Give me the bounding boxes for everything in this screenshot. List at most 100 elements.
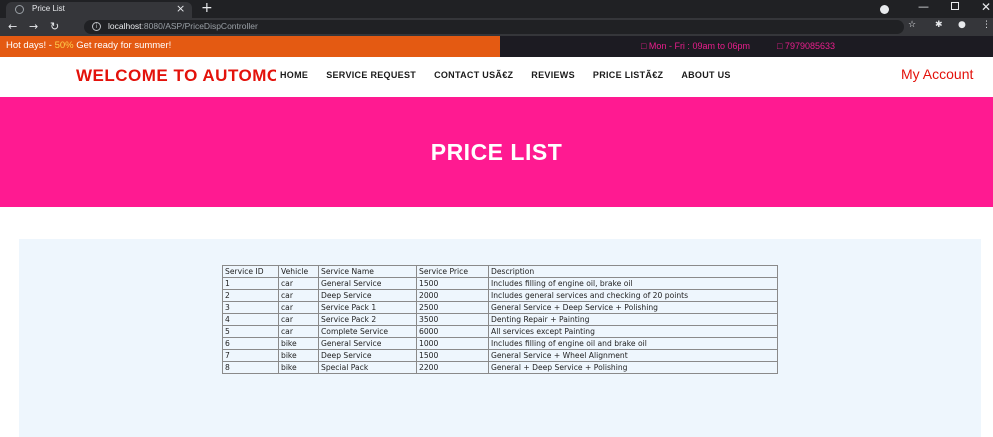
table-cell: car xyxy=(278,277,319,290)
table-row: 5 car Complete Service 6000 All services exc… xyxy=(222,325,778,338)
table-cell: All services except Painting xyxy=(488,325,778,338)
table-cell: Deep Service xyxy=(318,349,417,362)
menu-price-list[interactable]: PRICE LISTÃ€Z xyxy=(593,70,663,80)
top-info-bar: Hot days! - 50% Get ready for summer! □ … xyxy=(0,36,993,57)
info-icon[interactable]: i xyxy=(92,22,101,31)
menu-home[interactable]: HOME xyxy=(280,70,308,80)
reload-icon[interactable]: ↻ xyxy=(50,19,59,35)
extensions-icon[interactable]: ✱ xyxy=(935,20,943,30)
table-cell: 2200 xyxy=(416,361,489,374)
browser-nav-bar: ← → ↻ i localhost:8080/ASP/PriceDispCont… xyxy=(0,18,993,36)
menu-about-us[interactable]: ABOUT US xyxy=(681,70,730,80)
url-text[interactable]: localhost:8080/ASP/PriceDispController xyxy=(108,21,258,31)
browser-tab[interactable]: Price List × xyxy=(6,2,192,18)
menu-contact-us[interactable]: CONTACT USÃ€Z xyxy=(434,70,513,80)
table-cell: Includes filling of engine oil and brake… xyxy=(488,337,778,350)
menu-reviews[interactable]: REVIEWS xyxy=(531,70,575,80)
table-cell: General + Deep Service + Polishing xyxy=(488,361,778,374)
column-header: Vehicle xyxy=(278,265,319,278)
table-header-row: Service ID Vehicle Service Name Service … xyxy=(222,265,778,278)
table-cell: 8 xyxy=(222,361,279,374)
table-cell: Includes general services and checking o… xyxy=(488,289,778,302)
table-row: 3 car Service Pack 1 2500 General Service + … xyxy=(222,301,778,314)
table-cell: 2000 xyxy=(416,289,489,302)
table-cell: car xyxy=(278,289,319,302)
table-cell: Includes filling of engine oil, brake oi… xyxy=(488,277,778,290)
maximize-icon[interactable] xyxy=(951,2,959,10)
hero-banner: PRICE LIST xyxy=(0,97,993,207)
my-account-link[interactable]: My Account xyxy=(901,66,973,82)
back-arrow-icon[interactable]: ← xyxy=(8,19,17,35)
page-title: PRICE LIST xyxy=(430,139,563,165)
table-body: 1 car General Service 1500 Includes filling … xyxy=(222,277,778,374)
promo-text: Hot days! - 50% Get ready for summer! xyxy=(6,40,171,51)
table-cell: 5 xyxy=(222,325,279,338)
table-cell: General Service + Deep Service + Polishi… xyxy=(488,301,778,314)
table-cell: 3 xyxy=(222,301,279,314)
menu-service-request[interactable]: SERVICE REQUEST xyxy=(326,70,416,80)
table-cell: 1 xyxy=(222,277,279,290)
table-cell: bike xyxy=(278,337,319,350)
table-cell: Deep Service xyxy=(318,289,417,302)
table-row: 7 bike Deep Service 1500 General Service + W… xyxy=(222,349,778,362)
table-cell: 2 xyxy=(222,289,279,302)
table-cell: bike xyxy=(278,361,319,374)
table-cell: Complete Service xyxy=(318,325,417,338)
table-cell: 1500 xyxy=(416,277,489,290)
table-cell: Special Pack xyxy=(318,361,417,374)
browser-tab-bar: Price List × + — ✕ xyxy=(0,0,993,18)
table-cell: 4 xyxy=(222,313,279,326)
table-cell: 1000 xyxy=(416,337,489,350)
address-bar[interactable]: i localhost:8080/ASP/PriceDispController xyxy=(84,20,904,34)
column-header: Description xyxy=(488,265,778,278)
table-row: 2 car Deep Service 2000 Includes general ser… xyxy=(222,289,778,302)
close-tab-icon[interactable]: × xyxy=(176,3,185,15)
account-icon[interactable]: ● xyxy=(958,20,966,30)
table-row: 6 bike General Service 1000 Includes filling… xyxy=(222,337,778,350)
table-row: 1 car General Service 1500 Includes filling … xyxy=(222,277,778,290)
column-header: Service Price xyxy=(416,265,489,278)
table-cell: Service Pack 1 xyxy=(318,301,417,314)
site-header: WELCOME TO AUTOMOBILE HOME SERVICE REQUE… xyxy=(0,57,993,97)
promo-discount: 50% xyxy=(54,40,74,51)
table-cell: General Service xyxy=(318,337,417,350)
table-cell: 6 xyxy=(222,337,279,350)
promo-prefix: Hot days! - xyxy=(6,40,55,51)
url-path: :8080/ASP/PriceDispController xyxy=(141,21,258,31)
profile-icon[interactable] xyxy=(880,5,889,14)
table-row: 8 bike Special Pack 2200 General + Deep Serv… xyxy=(222,361,778,374)
url-host: localhost xyxy=(108,21,142,31)
star-icon[interactable]: ☆ xyxy=(908,20,916,30)
main-menu: HOME SERVICE REQUEST CONTACT USÃ€Z REVIE… xyxy=(280,70,731,80)
table-cell: Denting Repair + Painting xyxy=(488,313,778,326)
tab-title: Price List xyxy=(32,4,65,13)
table-cell: 2500 xyxy=(416,301,489,314)
close-window-icon[interactable]: ✕ xyxy=(981,0,991,14)
table-cell: bike xyxy=(278,349,319,362)
table-cell: car xyxy=(278,313,319,326)
phone-number[interactable]: □ 7979085633 xyxy=(777,41,835,51)
globe-icon xyxy=(15,5,24,14)
table-cell: General Service + Wheel Alignment xyxy=(488,349,778,362)
brand-title[interactable]: WELCOME TO AUTOMOBILE xyxy=(76,66,276,86)
table-cell: General Service xyxy=(318,277,417,290)
price-table: Service ID Vehicle Service Name Service … xyxy=(222,265,778,374)
minimize-icon[interactable]: — xyxy=(918,0,929,13)
table-row: 4 car Service Pack 2 3500 Denting Repair + P… xyxy=(222,313,778,326)
table-cell: 3500 xyxy=(416,313,489,326)
table-cell: car xyxy=(278,325,319,338)
table-cell: car xyxy=(278,301,319,314)
business-hours: □ Mon - Fri : 09am to 06pm xyxy=(641,41,750,51)
price-panel: Service ID Vehicle Service Name Service … xyxy=(19,239,981,437)
table-cell: 7 xyxy=(222,349,279,362)
column-header: Service ID xyxy=(222,265,279,278)
promo-suffix: Get ready for summer! xyxy=(73,40,172,51)
table-cell: 1500 xyxy=(416,349,489,362)
forward-arrow-icon[interactable]: → xyxy=(29,19,38,35)
menu-dots-icon[interactable]: ⋮ xyxy=(982,20,991,30)
column-header: Service Name xyxy=(318,265,417,278)
table-cell: Service Pack 2 xyxy=(318,313,417,326)
main-content: Service ID Vehicle Service Name Service … xyxy=(0,227,993,437)
new-tab-icon[interactable]: + xyxy=(201,0,213,16)
table-cell: 6000 xyxy=(416,325,489,338)
